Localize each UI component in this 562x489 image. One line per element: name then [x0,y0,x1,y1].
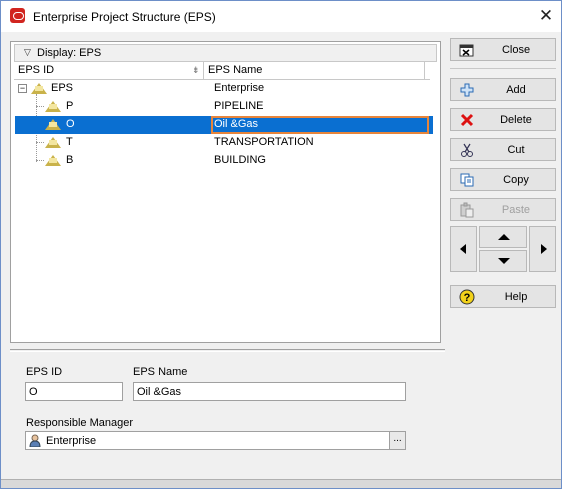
eps-node-icon [45,155,61,166]
close-button[interactable]: Close [450,38,556,61]
row-eps-name[interactable]: Oil &Gas [214,118,258,130]
scissors-icon [461,143,473,157]
delete-x-icon [460,113,474,127]
row-eps-name: BUILDING [214,154,266,166]
person-icon [29,434,41,447]
oracle-app-icon [10,8,25,23]
arrow-right-icon [541,244,547,254]
tree-row-p[interactable]: P PIPELINE [15,98,433,116]
eps-name-label: EPS Name [133,366,188,378]
tree-row-eps[interactable]: − EPS Enterprise [15,80,433,98]
arrow-down-icon [498,258,510,264]
tree-row-o[interactable]: O Oil &Gas [15,116,433,134]
eps-id-label: EPS ID [26,366,63,378]
eps-node-icon [45,101,61,112]
copy-button[interactable]: Copy [450,168,556,191]
move-up-button[interactable] [479,226,527,248]
responsible-manager-field[interactable]: Enterprise ... [25,431,406,450]
title-bar: Enterprise Project Structure (EPS) ✕ [1,1,561,32]
cut-button[interactable]: Cut [450,138,556,161]
window-title: Enterprise Project Structure (EPS) [33,10,216,24]
row-eps-id: B [66,154,74,166]
close-window-icon [459,44,474,57]
column-header-label: EPS ID [18,64,55,76]
eps-id-field[interactable]: O [25,382,123,401]
collapse-icon[interactable]: − [18,84,27,93]
row-eps-id: O [66,118,75,130]
divider [450,68,556,69]
move-down-button[interactable] [479,250,527,272]
delete-button-label: Delete [500,114,532,126]
eps-tree-panel: ▽ Display: EPS EPS ID ⇟ EPS Name − EPS E… [10,41,441,343]
paste-icon [460,202,474,218]
window-close-button[interactable]: ✕ [535,5,557,27]
display-label: Display: EPS [37,47,102,59]
eps-node-icon [45,137,61,148]
close-button-label: Close [501,44,531,56]
eps-node-icon [31,83,47,94]
move-controls [450,226,556,272]
splitter[interactable] [10,349,445,352]
help-icon: ? [459,289,475,305]
eps-dialog: Enterprise Project Structure (EPS) ✕ ▽ D… [0,0,562,489]
column-header: EPS ID ⇟ EPS Name [14,62,437,80]
eps-node-icon [45,119,61,130]
paste-button[interactable]: Paste [450,198,556,221]
display-bar[interactable]: ▽ Display: EPS [14,44,437,62]
chevron-down-icon: ▽ [24,47,31,57]
add-button[interactable]: Add [450,78,556,101]
row-eps-id: P [66,100,74,112]
manager-value: Enterprise [46,435,97,447]
column-header-eps-name[interactable]: EPS Name [205,62,425,80]
arrow-left-icon [460,244,466,254]
help-button[interactable]: ? Help [450,285,556,308]
copy-icon [460,173,474,187]
move-left-button[interactable] [450,226,477,272]
row-eps-id: EPS [51,82,74,94]
copy-button-label: Copy [503,174,529,186]
column-header-eps-id[interactable]: EPS ID [14,62,204,80]
cut-button-label: Cut [507,144,525,156]
help-button-label: Help [504,291,528,303]
eps-name-field[interactable]: Oil &Gas [133,382,406,401]
row-eps-name: PIPELINE [214,100,264,112]
plus-icon [460,83,474,97]
tree-row-t[interactable]: T TRANSPORTATION [15,134,433,152]
add-button-label: Add [506,84,526,96]
paste-button-label: Paste [501,204,531,216]
row-eps-id: T [66,136,73,148]
arrow-up-icon [498,234,510,240]
row-eps-name: Enterprise [214,82,265,94]
delete-button[interactable]: Delete [450,108,556,131]
move-right-button[interactable] [529,226,556,272]
row-eps-name: TRANSPORTATION [214,136,314,148]
tree-row-b[interactable]: B BUILDING [15,152,433,170]
responsible-manager-label: Responsible Manager [26,417,134,429]
background-window-edge [1,479,561,488]
sort-icon[interactable]: ⇟ [192,65,200,76]
svg-text:?: ? [464,292,471,304]
browse-button[interactable]: ... [389,432,405,449]
column-header-label: EPS Name [208,64,263,76]
